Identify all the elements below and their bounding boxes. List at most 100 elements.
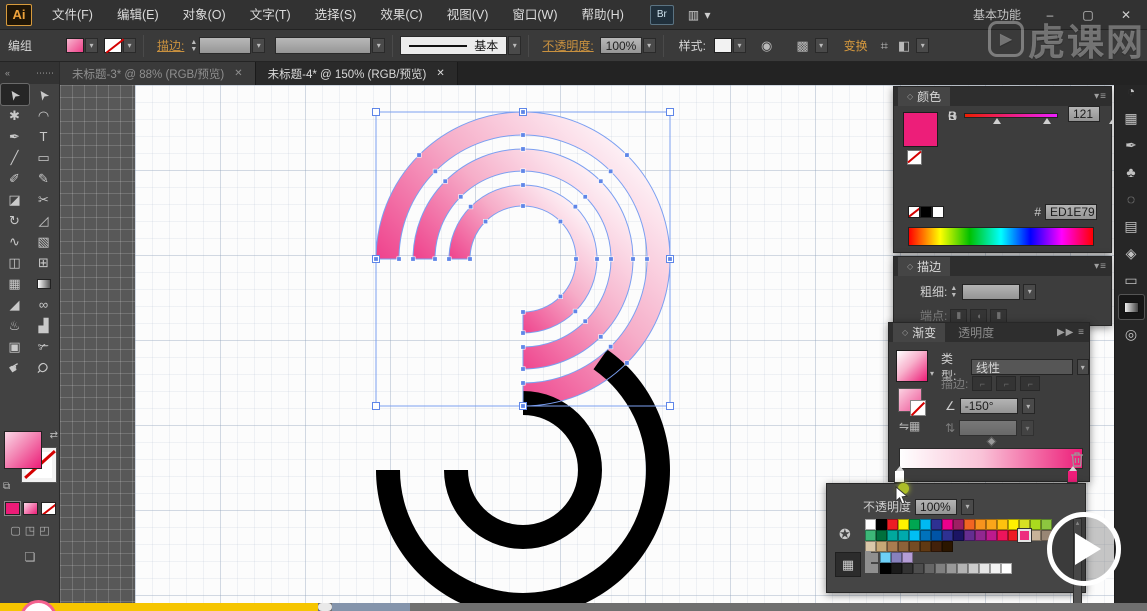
stroke-weight-link[interactable]: 描边: (157, 37, 184, 54)
transform-link[interactable]: 变换 (844, 37, 868, 54)
toolbar-drag-handle[interactable]: ⋯⋯ (36, 68, 54, 79)
slice-tool[interactable]: ✃ (30, 336, 58, 357)
eraser-tool[interactable]: ◪ (1, 189, 29, 210)
gradient-stroke-indicator[interactable] (899, 389, 921, 411)
gradient-panel-tab[interactable]: ◇渐变 (893, 323, 945, 342)
aspect-ratio-dropdown[interactable]: ▾ (1021, 420, 1034, 436)
draw-normal-icon[interactable]: ▢ (10, 524, 20, 537)
swatch-cell[interactable] (957, 563, 968, 574)
gradient-angle-dropdown[interactable]: ▾ (1022, 398, 1035, 414)
stroke-panel-weight-dropdown[interactable]: ▾ (1023, 284, 1036, 300)
stroke-weight-stepper[interactable]: ▲▼ (190, 39, 197, 53)
arrange-documents-button[interactable]: ▥ ▾ (688, 8, 712, 22)
swatch-folder-icon[interactable] (865, 564, 878, 573)
swatch-cell[interactable] (942, 541, 953, 552)
aspect-ratio-field[interactable] (959, 420, 1017, 436)
gradient-stop-white[interactable] (894, 470, 905, 483)
swatch-cell[interactable] (891, 552, 902, 563)
maximize-button[interactable]: ▢ (1077, 8, 1099, 22)
gradient-swatch[interactable] (897, 351, 927, 381)
popup-opacity-dropdown[interactable]: ▾ (961, 499, 974, 515)
hand-tool[interactable]: ☛ (1, 357, 29, 378)
stroke-across-button[interactable]: ⌐ (1020, 376, 1040, 391)
swatch-cell[interactable] (920, 530, 931, 541)
swatch-cell[interactable] (942, 530, 953, 541)
stroke-panel-stepper[interactable]: ▲▼ (950, 285, 957, 299)
swatch-cell[interactable] (1041, 519, 1052, 530)
swatch-cell[interactable] (975, 530, 986, 541)
document-tab[interactable]: 未标题-4* @ 150% (RGB/预览)✕ (256, 62, 458, 85)
free-transform-tool[interactable]: ▧ (30, 231, 58, 252)
swatch-cell[interactable] (1019, 530, 1030, 541)
gradient-panel-icon[interactable] (1119, 295, 1144, 319)
rectangle-tool[interactable]: ▭ (30, 147, 58, 168)
swatch-cell[interactable] (920, 541, 931, 552)
swatch-cell[interactable] (902, 563, 913, 574)
swatch-cell[interactable] (898, 541, 909, 552)
gradient-mode-button[interactable] (23, 502, 38, 515)
menu-item[interactable]: 编辑(E) (105, 0, 171, 30)
swatch-cell[interactable] (953, 530, 964, 541)
swatch-cell[interactable] (1008, 519, 1019, 530)
brush-definition-field[interactable]: 基本 (400, 36, 507, 55)
white-swatch[interactable] (932, 206, 944, 218)
swatch-cell[interactable] (880, 552, 891, 563)
screen-mode-button[interactable]: ❏ (0, 550, 60, 564)
projecting-cap-button[interactable]: ▮ (990, 309, 1007, 323)
fill-dropdown-arrow[interactable]: ▾ (85, 38, 98, 53)
swap-fill-stroke-icon[interactable]: ⇄ (50, 430, 58, 441)
gradient-swatch-dropdown[interactable]: ▾ (930, 369, 934, 378)
swatch-cell[interactable] (964, 530, 975, 541)
swatch-cell[interactable] (909, 519, 920, 530)
none-mode-button[interactable] (41, 502, 56, 515)
stroke-within-button[interactable]: ⌐ (972, 376, 992, 391)
style-swatch[interactable] (714, 38, 732, 53)
swatch-cell[interactable] (931, 519, 942, 530)
color-mode-button[interactable] (5, 502, 20, 515)
swatch-cell[interactable] (1030, 519, 1041, 530)
swatch-cell[interactable] (876, 519, 887, 530)
swatch-cell[interactable] (909, 541, 920, 552)
swatch-cell[interactable] (997, 530, 1008, 541)
swatch-cell[interactable] (997, 519, 1008, 530)
swatch-cell[interactable] (1001, 563, 1012, 574)
gradient-angle-field[interactable]: -150° (960, 398, 1018, 414)
menu-item[interactable]: 效果(C) (368, 0, 434, 30)
align-icon[interactable]: ⌗ (881, 38, 888, 54)
toolbar-collapse-icon[interactable]: « (5, 68, 10, 78)
eyedropper-tool[interactable]: ◢ (1, 294, 29, 315)
fill-indicator[interactable] (5, 432, 41, 468)
close-button[interactable]: ✕ (1115, 8, 1137, 22)
gradient-expand-icon[interactable]: ▶▶ (1057, 327, 1074, 338)
opacity-field[interactable]: 100% (600, 37, 642, 54)
gradient-slider-bar[interactable] (899, 448, 1083, 469)
stroke-dropdown-arrow[interactable]: ▾ (123, 38, 136, 53)
tab-close-icon[interactable]: ✕ (436, 68, 444, 79)
type-tool[interactable]: T (30, 126, 58, 147)
swatch-cell[interactable] (946, 563, 957, 574)
menu-item[interactable]: 对象(O) (171, 0, 238, 30)
menu-item[interactable]: 文件(F) (40, 0, 105, 30)
artboards-panel-icon[interactable]: ▭ (1119, 268, 1144, 292)
document-tab[interactable]: 未标题-3* @ 88% (RGB/预览)✕ (60, 62, 256, 85)
recolor-artwork-icon[interactable]: ◉ (761, 38, 772, 54)
menu-item[interactable]: 视图(V) (435, 0, 501, 30)
swatch-cell[interactable] (920, 519, 931, 530)
delete-stop-icon[interactable] (1070, 451, 1084, 470)
stroke-panel-icon[interactable]: ◌ (1119, 187, 1144, 211)
draw-inside-icon[interactable]: ◰ (39, 524, 49, 537)
swatch-cell[interactable] (931, 530, 942, 541)
color-panel-menu-icon[interactable]: ▾≡ (1094, 91, 1107, 102)
gradient-menu-icon[interactable]: ≡ (1078, 327, 1085, 338)
color-stroke-swatch[interactable] (908, 151, 921, 164)
shape-mode-dropdown[interactable]: ▾ (916, 38, 929, 53)
default-fill-stroke-icon[interactable]: ⧉ (3, 481, 10, 492)
scissors-tool[interactable]: ✂ (30, 189, 58, 210)
column-graph-tool[interactable]: ▟ (30, 315, 58, 336)
opacity-dropdown[interactable]: ▾ (643, 38, 656, 53)
reverse-gradient-icon[interactable]: ⇋▦ (899, 419, 920, 433)
swatch-cell[interactable] (1030, 530, 1041, 541)
pencil-tool[interactable]: ✎ (30, 168, 58, 189)
layers-panel-icon[interactable]: ◈ (1119, 241, 1144, 265)
zoom-tool[interactable]: Ϙ (30, 357, 58, 378)
